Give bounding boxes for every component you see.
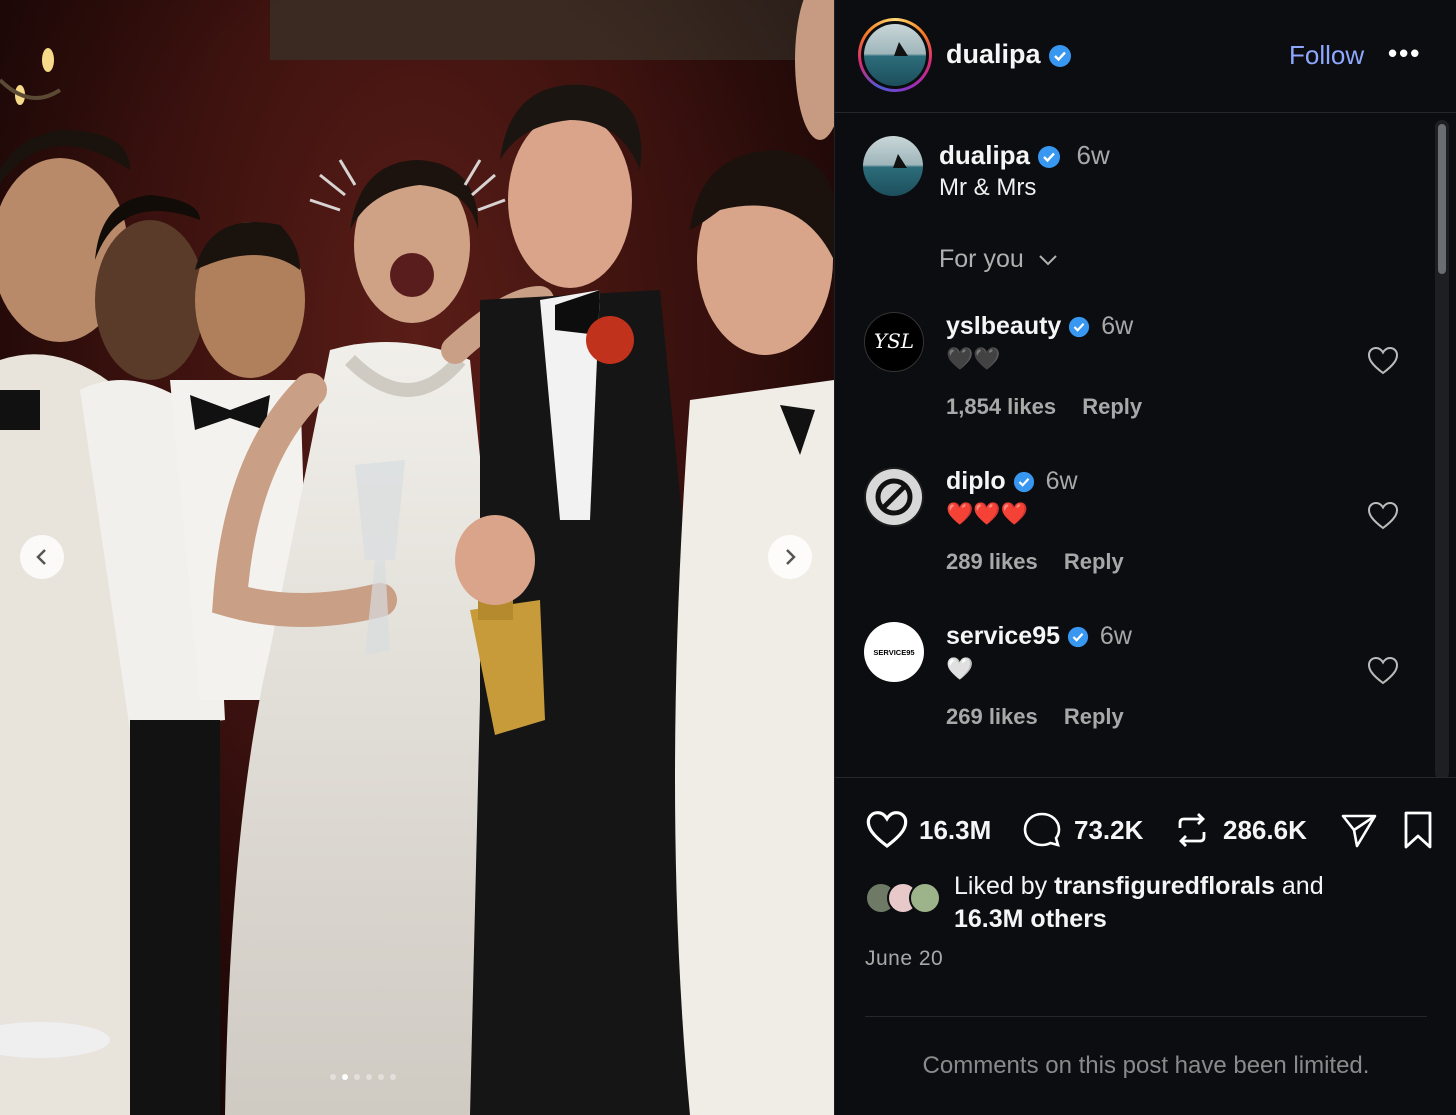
liker-avatar <box>909 882 941 914</box>
chevron-left-icon <box>36 549 46 565</box>
comment-count[interactable]: 73.2K <box>1074 815 1143 846</box>
svg-text:YSL: YSL <box>874 329 914 353</box>
comment-text: 🤍 <box>946 656 974 681</box>
carousel-dot-active <box>342 1074 348 1080</box>
caption-username[interactable]: dualipa 6w <box>939 140 1110 171</box>
carousel-dot <box>366 1074 372 1080</box>
save-button[interactable] <box>1400 810 1436 850</box>
comment-timestamp: 6w <box>1101 312 1134 340</box>
caption-avatar[interactable] <box>863 136 923 196</box>
svg-text:SERVICE95: SERVICE95 <box>873 648 914 657</box>
liked-by-text: Liked by transfiguredflorals and 16.3M o… <box>954 872 1324 933</box>
bookmark-icon <box>1404 811 1432 849</box>
comment-item: SERVICE95 service95 6w 🤍 269 likes Reply <box>835 622 1435 772</box>
comment-meta: 1,854 likes Reply <box>946 394 1142 420</box>
comment-likes[interactable]: 269 likes <box>946 704 1038 729</box>
comment-likes[interactable]: 1,854 likes <box>946 394 1056 419</box>
caption-text: Mr & Mrs <box>939 174 1037 201</box>
like-count[interactable]: 16.3M <box>919 815 991 846</box>
comment-timestamp: 6w <box>1099 622 1132 650</box>
comment-item: diplo 6w ❤️❤️❤️ 289 likes Reply <box>835 467 1435 617</box>
share-send-icon <box>1341 814 1377 848</box>
liked-by-others-link[interactable]: 16.3M others <box>954 905 1107 933</box>
story-ring[interactable] <box>858 18 932 92</box>
carousel-dot <box>378 1074 384 1080</box>
follow-button[interactable]: Follow <box>1289 40 1364 71</box>
author-username[interactable]: dualipa <box>946 39 1072 70</box>
post-actions-bar: 16.3M 73.2K 286.6K <box>835 800 1456 860</box>
post-header: dualipa Follow ••• <box>835 0 1456 113</box>
chevron-right-icon <box>786 549 796 565</box>
scrollbar-thumb[interactable] <box>1438 124 1446 274</box>
share-button[interactable] <box>1337 810 1381 850</box>
comment-text: ❤️❤️❤️ <box>946 501 1029 526</box>
commenter-avatar[interactable]: SERVICE95 <box>864 622 924 682</box>
liked-by-user-link[interactable]: transfiguredflorals <box>1054 872 1275 900</box>
reply-button[interactable]: Reply <box>1082 394 1142 419</box>
heart-outline-icon[interactable] <box>1367 656 1399 686</box>
commenter-username[interactable]: service95 6w <box>946 622 1132 651</box>
chevron-down-icon <box>1039 255 1057 266</box>
carousel-indicator <box>330 1074 396 1080</box>
service95-logo-icon: SERVICE95 <box>873 648 914 657</box>
carousel-dot <box>354 1074 360 1080</box>
carousel-dot <box>330 1074 336 1080</box>
verified-badge-icon <box>1013 472 1034 493</box>
repost-button[interactable]: 286.6K <box>1171 810 1307 850</box>
verified-badge-icon <box>1038 146 1061 169</box>
comment-timestamp: 6w <box>1045 467 1078 495</box>
post-photo[interactable] <box>0 0 834 1115</box>
diplo-logo-icon <box>866 469 922 525</box>
comments-limited-notice: Comments on this post have been limited. <box>922 1052 1370 1079</box>
comment-text: 🖤🖤 <box>946 346 1001 371</box>
commenter-avatar[interactable] <box>864 467 924 527</box>
commenter-username[interactable]: yslbeauty 6w <box>946 312 1133 341</box>
post-date[interactable]: June 20 <box>865 947 943 971</box>
heart-outline-icon[interactable] <box>1367 501 1399 531</box>
caption-timestamp: 6w <box>1076 140 1110 170</box>
heart-outline-icon[interactable] <box>1367 346 1399 376</box>
author-avatar <box>864 24 926 86</box>
liked-by-avatars[interactable] <box>865 882 949 918</box>
heart-icon <box>866 811 908 849</box>
previous-slide-button[interactable] <box>20 535 64 579</box>
carousel-dot <box>390 1074 396 1080</box>
reply-button[interactable]: Reply <box>1064 549 1124 574</box>
repost-count[interactable]: 286.6K <box>1223 815 1307 846</box>
commenter-avatar[interactable]: YSL <box>864 312 924 372</box>
comment-button[interactable]: 73.2K <box>1020 810 1143 850</box>
repost-icon <box>1178 813 1206 847</box>
like-button[interactable]: 16.3M <box>865 810 991 850</box>
comment-meta: 269 likes Reply <box>946 704 1124 730</box>
verified-badge-icon <box>1049 44 1072 67</box>
liked-by-summary: Liked by transfiguredflorals and 16.3M o… <box>835 866 1456 936</box>
ysl-logo-icon: YSL <box>874 329 914 353</box>
comments-section[interactable]: dualipa 6w Mr & Mrs For you YSL yslbeaut… <box>835 114 1456 778</box>
wedding-photo-illustration <box>0 0 834 1115</box>
comment-sort-label: For you <box>939 245 1024 273</box>
comment-meta: 289 likes Reply <box>946 549 1124 575</box>
comment-sort-dropdown[interactable]: For you <box>939 245 1059 274</box>
verified-badge-icon <box>1067 627 1089 648</box>
reply-button[interactable]: Reply <box>1064 704 1124 729</box>
comments-scrollbar[interactable] <box>1435 120 1449 777</box>
next-slide-button[interactable] <box>768 535 812 579</box>
commenter-username[interactable]: diplo 6w <box>946 467 1078 496</box>
post-detail-panel: dualipa Follow ••• dualipa 6w Mr & Mrs F… <box>834 0 1456 1115</box>
verified-badge-icon <box>1069 317 1090 338</box>
more-options-button[interactable]: ••• <box>1388 38 1421 69</box>
divider <box>865 1016 1427 1017</box>
comment-bubble-icon <box>1023 812 1061 847</box>
comment-item: YSL yslbeauty 6w 🖤🖤 1,854 likes Reply <box>835 312 1435 462</box>
comment-likes[interactable]: 289 likes <box>946 549 1038 574</box>
